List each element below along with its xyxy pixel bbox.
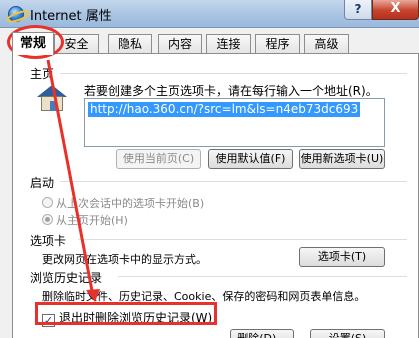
- window-title: Internet 属性: [30, 9, 112, 24]
- help-button[interactable]: ?: [344, 0, 372, 20]
- use-current-page-button[interactable]: 使用当前页(C): [116, 149, 201, 169]
- startup-last-session-label: 从上次会话中的选项卡开始(B): [56, 197, 205, 210]
- tab-content[interactable]: 内容: [158, 34, 202, 54]
- homepage-group-divider: [60, 73, 407, 74]
- tab-general[interactable]: 常规: [12, 32, 54, 55]
- annotation-box-checkbox: [35, 302, 217, 325]
- radio-icon: [42, 197, 53, 208]
- startup-group-label: 启动: [30, 174, 59, 191]
- title-bar[interactable]: Internet 属性 ? X: [0, 0, 419, 28]
- startup-homepage-option[interactable]: 从主页开始(H): [42, 212, 128, 228]
- tab-programs[interactable]: 程序: [255, 34, 300, 54]
- startup-homepage-label: 从主页开始(H): [56, 214, 128, 227]
- homepage-url-value[interactable]: http://hao.360.cn/?src=lm&ls=n4eb73dc693: [88, 102, 361, 117]
- close-button[interactable]: X: [372, 0, 419, 20]
- tab-privacy[interactable]: 隐私: [108, 34, 152, 54]
- history-group-divider: [118, 276, 407, 277]
- tabs-group-divider: [78, 239, 407, 240]
- startup-last-session-option[interactable]: 从上次会话中的选项卡开始(B): [42, 195, 204, 211]
- radio-selected-icon: [42, 214, 53, 225]
- use-new-tab-button[interactable]: 使用新选项卡(U): [299, 149, 385, 169]
- tab-strip: 常规 安全 隐私 内容 连接 程序 高级: [12, 32, 412, 55]
- tab-connections[interactable]: 连接: [206, 34, 251, 54]
- homepage-house-icon: [37, 85, 67, 113]
- tabs-settings-button[interactable]: 选项卡(T): [299, 247, 385, 267]
- homepage-url-textarea[interactable]: http://hao.360.cn/?src=lm&ls=n4eb73dc693: [84, 98, 385, 147]
- homepage-group-label: 主页: [30, 65, 59, 82]
- history-group-label: 浏览历史记录: [30, 269, 107, 286]
- tabs-group-label: 选项卡: [30, 232, 71, 249]
- tab-advanced[interactable]: 高级: [304, 34, 349, 54]
- internet-explorer-icon: [8, 6, 24, 22]
- delete-history-button[interactable]: 删除(D)...: [230, 329, 294, 338]
- startup-group-divider: [60, 181, 407, 182]
- use-default-button[interactable]: 使用默认值(F): [208, 149, 293, 169]
- history-settings-button[interactable]: 设置(S): [310, 329, 385, 338]
- homepage-instruction: 若要创建多个主页选项卡，请在每行输入一个地址(R)。: [84, 84, 378, 98]
- tabs-description: 更改网页在选项卡中的显示方式。: [42, 253, 207, 266]
